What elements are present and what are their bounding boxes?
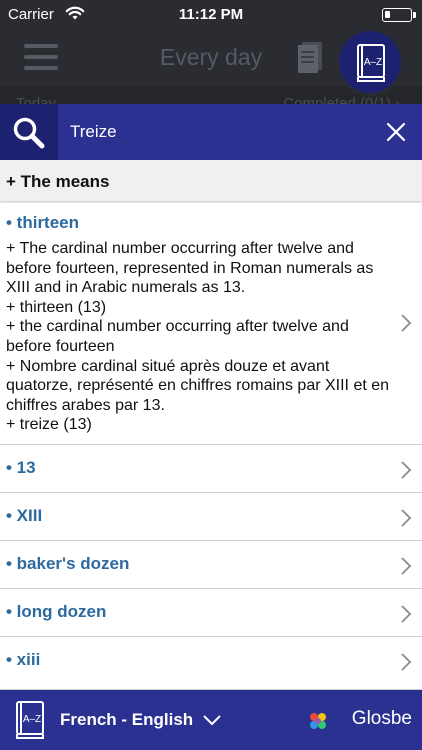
entry-term: • thirteen <box>6 213 80 232</box>
section-header: + The means <box>0 160 422 202</box>
bottom-bar: A–Z French - English Glosbe <box>0 690 422 750</box>
dictionary-icon: A–Z <box>357 44 385 82</box>
definition-line: + treize (13) <box>6 416 92 434</box>
definition-line: + thirteen (13) <box>6 298 107 316</box>
list-item[interactable]: • baker's dozen <box>0 541 422 589</box>
chevron-right-icon <box>401 509 412 527</box>
clock: 11:12 PM <box>178 6 244 23</box>
dictionary-icon-label: A–Z <box>23 714 41 725</box>
dimmed-task-status: Completed (0/1) › <box>283 95 400 104</box>
list-item[interactable]: • xiii <box>0 637 422 690</box>
list-item[interactable]: • long dozen <box>0 589 422 637</box>
entry-term: • long dozen <box>6 602 107 621</box>
search-bar <box>0 104 422 160</box>
definition-line: + The cardinal number occurring after tw… <box>6 240 374 297</box>
brand-label: Glosbe <box>351 708 412 729</box>
screen: Carrier 11:12 PM Every day A–Z Today Com… <box>0 0 422 750</box>
battery-icon <box>382 8 416 22</box>
section-title: + The means <box>6 172 110 191</box>
chevron-right-icon <box>401 557 412 575</box>
list-item[interactable]: • XIII <box>0 493 422 541</box>
dictionary-button[interactable]: A–Z <box>336 28 404 96</box>
entry-definitions: + The cardinal number occurring after tw… <box>6 239 394 435</box>
status-bar: Carrier 11:12 PM <box>0 0 422 30</box>
definition-line: + Nombre cardinal situé après douze et a… <box>6 357 390 414</box>
search-icon <box>13 117 45 149</box>
search-button[interactable] <box>0 104 58 160</box>
glosbe-logo-icon <box>310 713 326 729</box>
chevron-down-icon[interactable] <box>202 714 222 726</box>
entry-term: • baker's dozen <box>6 554 130 573</box>
definition-line: + the cardinal number occurring after tw… <box>6 318 349 355</box>
search-input[interactable] <box>70 120 360 144</box>
entry-term: • 13 <box>6 458 36 477</box>
close-icon[interactable] <box>384 120 408 144</box>
list-item[interactable]: • thirteen + The cardinal number occurri… <box>0 203 422 445</box>
dimmed-task-label: Today <box>16 95 57 104</box>
chevron-right-icon <box>401 461 412 479</box>
chevron-right-icon <box>401 653 412 671</box>
language-pair-selector[interactable]: French - English <box>60 710 193 730</box>
document-icon[interactable] <box>296 40 324 74</box>
chevron-right-icon <box>401 605 412 623</box>
entry-term: • XIII <box>6 506 43 525</box>
entry-term: • xiii <box>6 650 41 669</box>
list-item[interactable]: • 13 <box>0 445 422 493</box>
dictionary-icon-label: A–Z <box>364 57 382 68</box>
chevron-right-icon <box>401 314 412 332</box>
dictionary-icon[interactable]: A–Z <box>12 700 48 740</box>
